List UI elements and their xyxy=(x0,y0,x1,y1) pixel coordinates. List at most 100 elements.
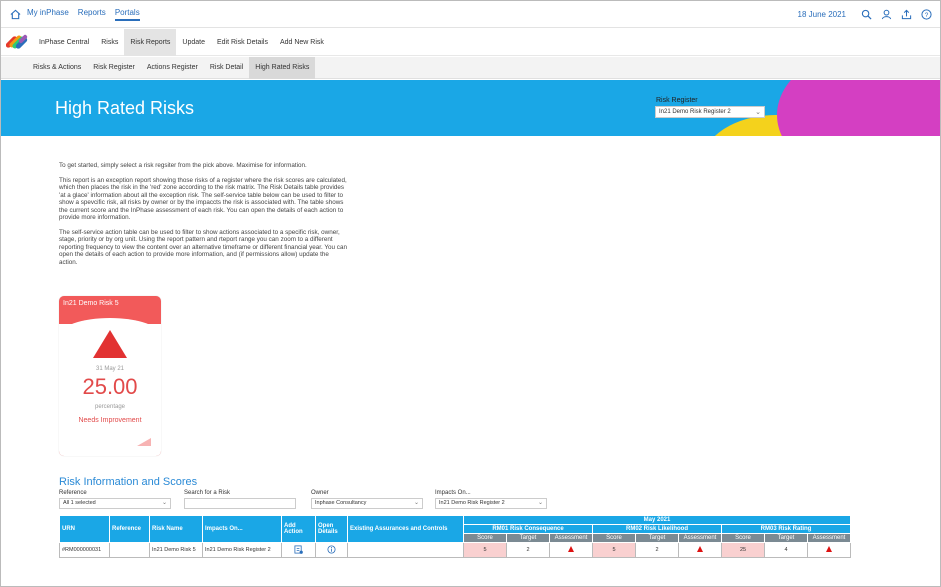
cell-rm02-target: 2 xyxy=(635,542,679,558)
search-icon[interactable] xyxy=(860,8,872,20)
filter-label: Search for a Risk xyxy=(184,490,231,496)
cell-rm03-score: 25 xyxy=(721,542,765,558)
decorative-pink-shape xyxy=(777,80,940,136)
impacts-select-value: In21 Demo Risk Register 2 xyxy=(439,500,505,506)
filter-label: Owner xyxy=(311,490,329,496)
red-triangle-icon xyxy=(697,546,703,552)
filter-reference: Reference All 1 selected ⌄ xyxy=(59,490,171,509)
subheader-target: Target xyxy=(506,533,550,543)
chevron-down-icon: ⌄ xyxy=(413,500,419,506)
col-header-add-action[interactable]: Add Action xyxy=(281,515,316,543)
page-banner: High Rated Risks Risk Register In21 Demo… xyxy=(1,80,940,136)
top-bar: My inPhase Reports Portals 18 June 2021 … xyxy=(1,1,940,28)
nav-add-new-risk[interactable]: Add New Risk xyxy=(274,29,330,56)
filter-owner: Owner Inphase Consultancy ⌄ xyxy=(311,490,423,509)
intro-paragraph: To get started, simply select a risk reg… xyxy=(59,162,307,169)
subheader-score: Score xyxy=(463,533,507,543)
filter-label: Reference xyxy=(59,490,87,496)
kpi-unit: percentage xyxy=(94,404,126,410)
topnav-portals[interactable]: Portals xyxy=(114,8,140,21)
cell-add-action xyxy=(281,542,316,558)
subheader-score: Score xyxy=(592,533,636,543)
col-header-urn[interactable]: URN xyxy=(59,515,110,543)
page-title: High Rated Risks xyxy=(55,98,195,118)
upload-icon[interactable] xyxy=(900,8,912,20)
risk-register-value: In21 Demo Risk Register 2 xyxy=(659,109,731,115)
subheader-score: Score xyxy=(721,533,765,543)
kpi-value: 25.00 xyxy=(82,374,138,399)
nav-update[interactable]: Update xyxy=(176,29,211,56)
group-header-rm02: RM02 Risk Likelihood xyxy=(592,524,722,534)
risk-register-select[interactable]: In21 Demo Risk Register 2 ⌄ xyxy=(655,106,765,118)
risk-register-label: Risk Register xyxy=(656,97,698,104)
user-icon[interactable] xyxy=(880,8,892,20)
chevron-down-icon: ⌄ xyxy=(755,109,761,116)
red-triangle-icon xyxy=(568,546,574,552)
subheader-assessment: Assessment xyxy=(807,533,851,543)
col-header-risk-name[interactable]: Risk Name xyxy=(149,515,203,543)
cell-reference xyxy=(109,542,150,558)
cell-rm02-assessment xyxy=(678,542,722,558)
filter-search: Search for a Risk xyxy=(184,490,296,509)
filter-impacts: Impacts On... In21 Demo Risk Register 2 … xyxy=(435,490,547,509)
cell-rm03-target: 4 xyxy=(764,542,808,558)
tab-actions-register[interactable]: Actions Register xyxy=(141,57,204,79)
current-date: 18 June 2021 xyxy=(797,9,847,19)
help-icon[interactable]: ? xyxy=(920,8,932,20)
home-icon[interactable] xyxy=(9,8,21,20)
kpi-date: 31 May 21 xyxy=(95,366,125,372)
topnav-reports[interactable]: Reports xyxy=(78,8,106,21)
tab-risk-register[interactable]: Risk Register xyxy=(87,57,141,79)
subheader-assessment: Assessment xyxy=(549,533,593,543)
col-header-reference[interactable]: Reference xyxy=(109,515,150,543)
subheader-target: Target xyxy=(764,533,808,543)
cell-open-details xyxy=(315,542,348,558)
nav-edit-risk-details[interactable]: Edit Risk Details xyxy=(211,29,274,56)
cell-impacts-on: In21 Demo Risk Register 2 xyxy=(202,542,282,558)
group-header-rm03: RM03 Risk Rating xyxy=(721,524,851,534)
trend-sparkline-icon xyxy=(137,438,151,446)
col-header-assurances[interactable]: Existing Assurances and Controls xyxy=(347,515,464,543)
cell-urn: #RM000000031 xyxy=(59,542,110,558)
report-tabs: Risks & Actions Risk Register Actions Re… xyxy=(1,56,940,79)
add-action-icon[interactable] xyxy=(294,544,303,556)
col-header-open-details[interactable]: Open Details xyxy=(315,515,348,543)
risk-scores-table: URN Reference Risk Name Impacts On... Ad… xyxy=(59,515,851,558)
info-icon[interactable] xyxy=(327,544,336,556)
cell-rm01-target: 2 xyxy=(506,542,550,558)
tab-risks-actions[interactable]: Risks & Actions xyxy=(27,57,87,79)
intro-paragraph: This report is an exception report showi… xyxy=(59,176,347,222)
warning-triangle-icon xyxy=(93,330,127,358)
subheader-target: Target xyxy=(635,533,679,543)
kpi-card[interactable]: In21 Demo Risk 5 31 May 21 25.00 percent… xyxy=(59,296,161,456)
group-header-rm01: RM01 Risk Consequence xyxy=(463,524,593,534)
section-title: Risk Information and Scores xyxy=(59,476,198,488)
nav-risk-reports[interactable]: Risk Reports xyxy=(124,28,177,56)
svg-text:?: ? xyxy=(924,11,928,18)
cell-rm03-assessment xyxy=(807,542,851,558)
cell-assurances xyxy=(347,542,464,558)
filter-label: Impacts On... xyxy=(435,490,471,496)
period-header: May 2021 xyxy=(463,515,851,525)
red-triangle-icon xyxy=(826,546,832,552)
inphase-logo-icon[interactable] xyxy=(5,31,28,53)
tab-risk-detail[interactable]: Risk Detail xyxy=(204,57,249,79)
portal-nav: InPhase Central Risks Risk Reports Updat… xyxy=(1,28,940,56)
cell-risk-name: In21 Demo Risk 5 xyxy=(149,542,203,558)
nav-risks[interactable]: Risks xyxy=(95,29,124,56)
cell-rm01-assessment xyxy=(549,542,593,558)
chevron-down-icon: ⌄ xyxy=(537,500,543,506)
reference-select-value: All 1 selected xyxy=(63,500,96,506)
col-header-impacts-on[interactable]: Impacts On... xyxy=(202,515,282,543)
risk-search-input[interactable] xyxy=(184,498,296,509)
impacts-select[interactable]: In21 Demo Risk Register 2 ⌄ xyxy=(435,498,547,509)
reference-select[interactable]: All 1 selected ⌄ xyxy=(59,498,171,509)
subheader-assessment: Assessment xyxy=(678,533,722,543)
kpi-status: Needs Improvement xyxy=(78,417,142,424)
topnav-my-inphase[interactable]: My inPhase xyxy=(27,8,69,21)
nav-inphase-central[interactable]: InPhase Central xyxy=(33,29,95,56)
intro-paragraph: The self-service action table can be use… xyxy=(59,228,347,266)
tab-high-rated-risks[interactable]: High Rated Risks xyxy=(249,56,316,79)
chevron-down-icon: ⌄ xyxy=(161,500,167,506)
owner-select[interactable]: Inphase Consultancy ⌄ xyxy=(311,498,423,509)
